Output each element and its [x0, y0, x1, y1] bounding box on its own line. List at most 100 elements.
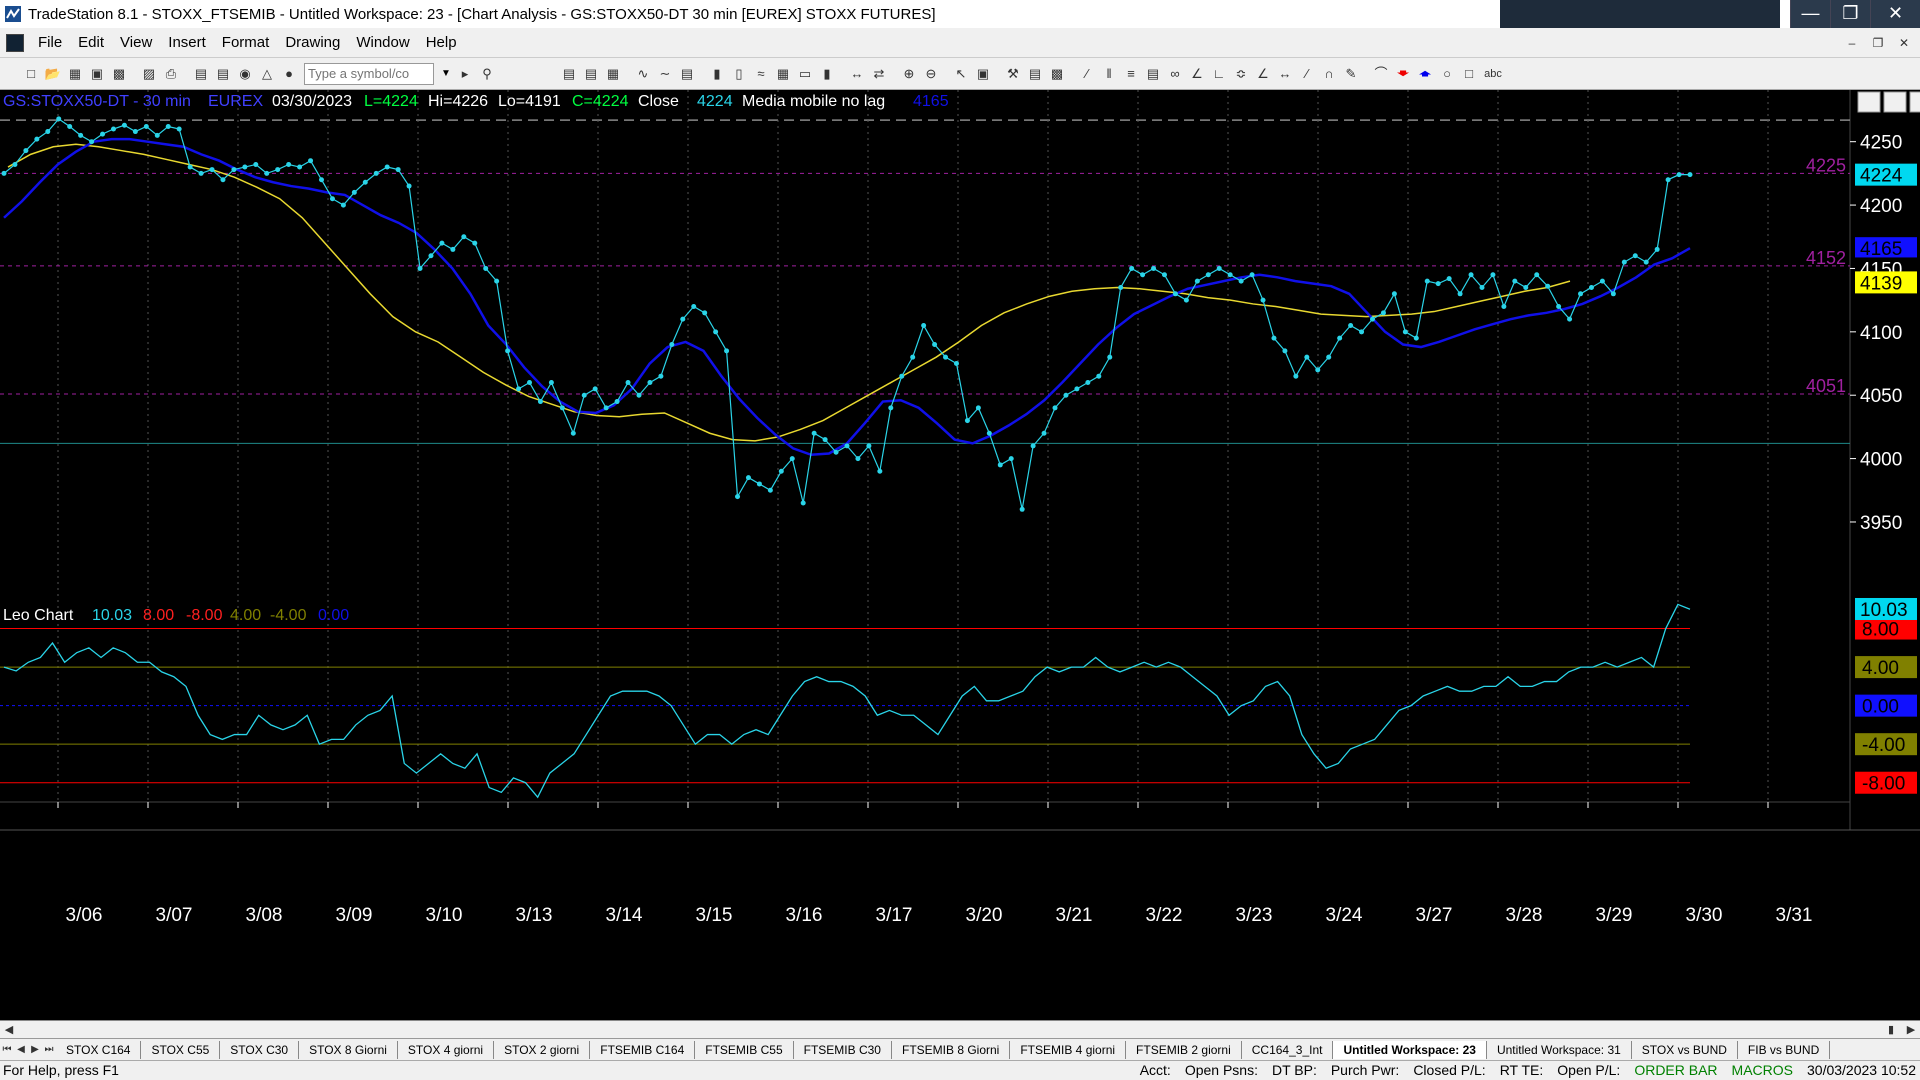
- menu-window[interactable]: Window: [348, 34, 417, 51]
- workspace-tab[interactable]: STOX 2 giorni: [494, 1040, 591, 1059]
- workspace-tab[interactable]: STOX C55: [141, 1040, 221, 1059]
- tools-icon[interactable]: ⚒: [1004, 65, 1022, 83]
- mdi-restore-button[interactable]: ❐: [1868, 34, 1888, 52]
- symbol-dropdown-icon[interactable]: ▼: [438, 63, 454, 85]
- insert-indicator-icon[interactable]: ∿: [634, 65, 652, 83]
- chart-analysis-window[interactable]: 3/06 3/07 3/08 3/09 3/10 3/13 3/14 3/15 3/16 3/17…: [0, 90, 1920, 1020]
- rectangle-icon[interactable]: □: [1460, 65, 1478, 83]
- new-window-icon[interactable]: ▣: [88, 65, 106, 83]
- text-icon[interactable]: abc: [1482, 65, 1504, 83]
- tab-prev-icon[interactable]: ◀: [14, 1044, 28, 1055]
- draw-select-icon[interactable]: ▣: [974, 65, 992, 83]
- pointer-icon[interactable]: ↖: [952, 65, 970, 83]
- play-icon[interactable]: ▸: [456, 65, 474, 83]
- workspace-tab[interactable]: Untitled Workspace: 31: [1487, 1040, 1632, 1059]
- workspace-tab[interactable]: CC164_3_Int: [1242, 1040, 1334, 1059]
- point-figure-icon[interactable]: ▦: [774, 65, 792, 83]
- order-bar-field[interactable]: ORDER BAR: [1634, 1062, 1717, 1078]
- workspace-tab[interactable]: STOX C30: [220, 1040, 300, 1059]
- menu-file[interactable]: File: [30, 34, 70, 51]
- save-all-icon[interactable]: ▦: [66, 65, 84, 83]
- workspace-tab[interactable]: STOX 4 giorni: [398, 1040, 495, 1059]
- parallel-lines-icon[interactable]: ∕: [1298, 65, 1316, 83]
- chart-canvas[interactable]: 3/06 3/07 3/08 3/09 3/10 3/13 3/14 3/15 3/16 3/17…: [0, 90, 1920, 1020]
- workspace-tab[interactable]: FTSEMIB 2 giorni: [1126, 1040, 1242, 1059]
- tab-first-icon[interactable]: ⏮: [0, 1044, 14, 1055]
- close-button[interactable]: ✕: [1870, 0, 1920, 28]
- workspace-tab[interactable]: FTSEMIB C164: [590, 1040, 696, 1059]
- curve-icon[interactable]: ⌒: [1372, 65, 1390, 83]
- maximize-button[interactable]: ❐: [1830, 0, 1870, 28]
- fibonacci-icon[interactable]: ∞: [1166, 65, 1184, 83]
- histogram-icon[interactable]: ▮: [818, 65, 836, 83]
- arrows-horizontal-icon[interactable]: ↔: [1276, 65, 1294, 83]
- mdi-minimize-button[interactable]: –: [1842, 34, 1862, 52]
- arrow-up-icon[interactable]: 🡁: [1416, 65, 1434, 83]
- insert-paintbar-icon[interactable]: ▤: [678, 65, 696, 83]
- open-icon[interactable]: 📂: [44, 65, 62, 83]
- symbol-lookup-icon[interactable]: ⚲: [478, 65, 496, 83]
- horizontal-lines-icon[interactable]: ≡: [1122, 65, 1140, 83]
- axis-button[interactable]: [1883, 91, 1907, 113]
- line-chart-icon[interactable]: ≈: [752, 65, 770, 83]
- channel-icon[interactable]: ▤: [1144, 65, 1162, 83]
- workspace-tab[interactable]: FTSEMIB C30: [794, 1040, 892, 1059]
- axis-button[interactable]: [1857, 91, 1881, 113]
- workspace-tab[interactable]: STOX vs BUND: [1632, 1040, 1738, 1059]
- scroll-right-icon[interactable]: ▶: [1902, 1021, 1920, 1039]
- menu-edit[interactable]: Edit: [70, 34, 112, 51]
- scroll-resize-icon[interactable]: ▮: [1882, 1021, 1900, 1039]
- link-icon[interactable]: ▩: [1048, 65, 1066, 83]
- order-entry-icon[interactable]: ▤: [1026, 65, 1044, 83]
- folder-icon[interactable]: ▩: [110, 65, 128, 83]
- menu-insert[interactable]: Insert: [160, 34, 214, 51]
- save-icon[interactable]: ▨: [140, 65, 158, 83]
- menu-help[interactable]: Help: [418, 34, 465, 51]
- speed-lines-icon[interactable]: ∟: [1210, 65, 1228, 83]
- workspace-tab[interactable]: FTSEMIB 8 Giorni: [892, 1040, 1011, 1059]
- zoom-in-icon[interactable]: ⊕: [900, 65, 918, 83]
- axis-button[interactable]: [1909, 91, 1920, 113]
- table-icon[interactable]: ▦: [604, 65, 622, 83]
- menu-view[interactable]: View: [112, 34, 160, 51]
- workspace-tab[interactable]: STOX C164: [56, 1040, 142, 1059]
- lock-icon[interactable]: ◉: [236, 65, 254, 83]
- horizontal-scrollbar[interactable]: ◀ ▮ ▶: [0, 1020, 1920, 1038]
- workspace-tab[interactable]: STOX 8 Giorni: [299, 1040, 398, 1059]
- workspace-tab[interactable]: Untitled Workspace: 23: [1333, 1040, 1487, 1059]
- bar-chart-icon[interactable]: ▮: [708, 65, 726, 83]
- tab-last-icon[interactable]: ⏭: [42, 1044, 56, 1055]
- arrow-down-icon[interactable]: 🡃: [1394, 65, 1412, 83]
- globe-icon[interactable]: ●: [280, 65, 298, 83]
- macros-field[interactable]: MACROS: [1732, 1062, 1793, 1078]
- regression-channel-icon[interactable]: ∠: [1254, 65, 1272, 83]
- new-icon[interactable]: □: [22, 65, 40, 83]
- tab-next-icon[interactable]: ▶: [28, 1044, 42, 1055]
- menu-drawing[interactable]: Drawing: [277, 34, 348, 51]
- insert-strategy-icon[interactable]: ∼: [656, 65, 674, 83]
- format-data-icon[interactable]: ▤: [582, 65, 600, 83]
- vertical-lines-icon[interactable]: ‖: [1100, 65, 1118, 83]
- pencil-icon[interactable]: ✎: [1342, 65, 1360, 83]
- menu-format[interactable]: Format: [214, 34, 278, 51]
- workspace-tab[interactable]: FTSEMIB 4 giorni: [1010, 1040, 1127, 1059]
- gann-fan-icon[interactable]: ∠: [1188, 65, 1206, 83]
- workspace-tab[interactable]: FTSEMIB C55: [695, 1040, 794, 1059]
- symbol-input[interactable]: [304, 62, 434, 85]
- minimize-button[interactable]: —: [1790, 0, 1830, 28]
- chart-icon[interactable]: △: [258, 65, 276, 83]
- zoom-in-axis-icon[interactable]: ↔: [848, 65, 866, 83]
- window-tile-icon[interactable]: ▤: [214, 65, 232, 83]
- format-symbol-icon[interactable]: ▤: [560, 65, 578, 83]
- volume-icon[interactable]: ▭: [796, 65, 814, 83]
- candlestick-icon[interactable]: ▯: [730, 65, 748, 83]
- ellipse-icon[interactable]: ○: [1438, 65, 1456, 83]
- zoom-out-axis-icon[interactable]: ⇄: [870, 65, 888, 83]
- mdi-close-button[interactable]: ✕: [1894, 34, 1914, 52]
- workspace-tab[interactable]: FIB vs BUND: [1738, 1040, 1831, 1059]
- scroll-left-icon[interactable]: ◀: [0, 1021, 18, 1039]
- print-icon[interactable]: ⎙: [162, 65, 180, 83]
- window-cascade-icon[interactable]: ▤: [192, 65, 210, 83]
- zoom-out-icon[interactable]: ⊖: [922, 65, 940, 83]
- arc-icon[interactable]: ∩: [1320, 65, 1338, 83]
